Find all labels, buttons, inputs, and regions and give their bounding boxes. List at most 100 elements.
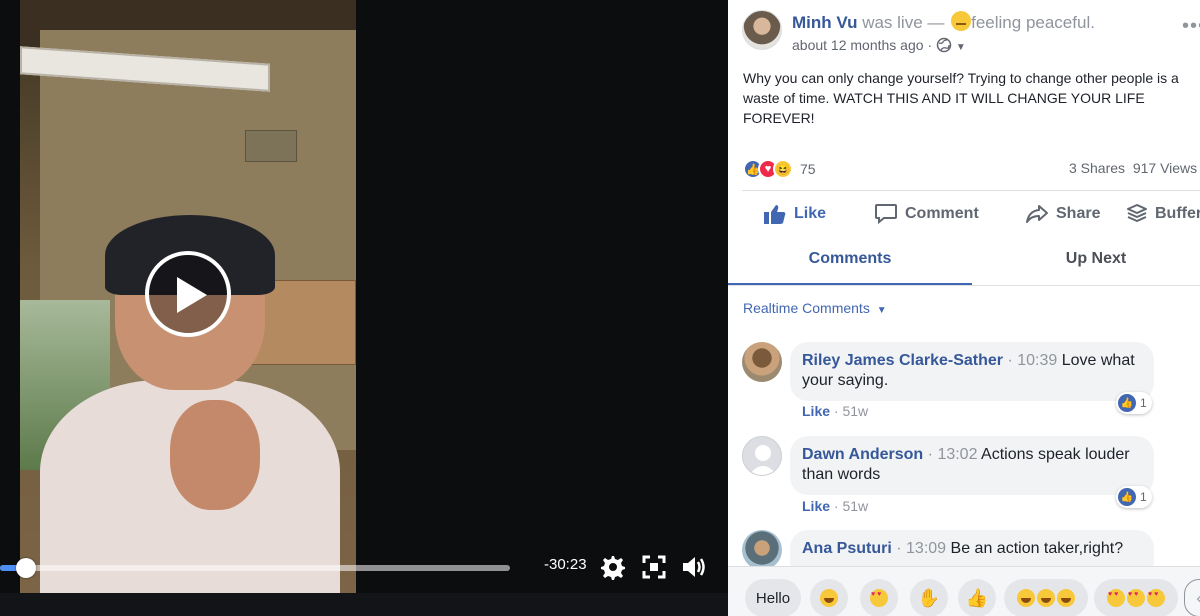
expand-icon[interactable] xyxy=(640,553,668,581)
haha-reaction-icon: 😆 xyxy=(773,159,793,179)
commenter-avatar[interactable] xyxy=(742,342,782,382)
volume-icon[interactable] xyxy=(680,553,708,581)
video-person-hand xyxy=(170,400,260,510)
video-bottom-strip xyxy=(0,593,728,616)
chevron-down-icon: ▼ xyxy=(876,305,887,316)
clapping-hands-icon: ✋ xyxy=(917,587,941,608)
quick-reply-hello[interactable]: Hello xyxy=(745,579,801,616)
time-remaining: -30:23 xyxy=(544,556,587,573)
quick-reply-triple-laugh[interactable] xyxy=(1004,579,1088,616)
quick-reply-triple-love[interactable] xyxy=(1094,579,1178,616)
chevron-down-icon[interactable]: ▼ xyxy=(956,42,966,53)
post-text: Why you can only change yourself? Trying… xyxy=(743,70,1179,126)
default-avatar-icon xyxy=(749,445,777,475)
post-panel: Minh Vu was live — feeling peaceful. abo… xyxy=(728,0,1200,616)
view-count: 917 Views xyxy=(1132,160,1198,176)
commenter-name[interactable]: Dawn Anderson xyxy=(802,446,923,463)
share-button[interactable]: Share xyxy=(1025,203,1100,225)
author-avatar[interactable] xyxy=(742,10,782,50)
divider xyxy=(742,190,1200,191)
divider xyxy=(728,285,1200,286)
buffer-label: Buffer xyxy=(1155,205,1200,222)
comment-likes: 1 xyxy=(1140,396,1147,410)
tab-comments[interactable]: Comments xyxy=(728,240,972,286)
grinning-emoji-icon xyxy=(1037,589,1055,607)
comment-likes: 1 xyxy=(1140,490,1147,504)
comment-icon xyxy=(875,204,897,225)
commenter-name[interactable]: Riley James Clarke-Sather xyxy=(802,352,1003,369)
grinning-emoji-icon xyxy=(1017,589,1035,607)
comment-label: Comment xyxy=(905,205,979,222)
realtime-comments-dropdown[interactable]: Realtime Comments ▼ xyxy=(743,300,887,316)
like-label: Like xyxy=(794,205,827,222)
quick-reply-thumbs[interactable]: 👍 xyxy=(958,579,996,616)
comment-like-button[interactable]: Like xyxy=(802,498,830,514)
chevron-left-icon: ‹ xyxy=(1197,590,1200,607)
feeling-text: feeling peaceful. xyxy=(971,13,1095,32)
progress-handle[interactable] xyxy=(15,558,36,578)
meta-separator: · xyxy=(927,37,933,53)
video-player[interactable]: -30:23 xyxy=(0,0,728,616)
heart-eyes-emoji-icon xyxy=(1107,589,1125,607)
share-count[interactable]: 3 Shares xyxy=(1069,160,1125,176)
comment-bubble: Riley James Clarke-Sather · 10:39 Love w… xyxy=(790,342,1154,401)
live-status: was live — xyxy=(862,13,945,32)
thumbs-up-icon: 👍 xyxy=(1118,394,1136,412)
quick-reply-love[interactable] xyxy=(860,579,898,616)
comment-time-value: 10:39 xyxy=(1017,352,1058,369)
grinning-emoji-icon xyxy=(820,589,838,607)
share-stats: 3 Shares 917 Views xyxy=(1069,160,1197,176)
like-button[interactable]: Like xyxy=(763,203,826,225)
quick-reply-more[interactable]: ‹ xyxy=(1184,579,1200,616)
comment-like-count[interactable]: 👍 1 xyxy=(1116,392,1152,414)
comment-time-value: 13:09 xyxy=(906,540,947,557)
commenter-name[interactable]: Ana Psuturi xyxy=(802,540,892,557)
post-actions: Like Comment Share Buffer xyxy=(728,193,1200,239)
play-button[interactable] xyxy=(145,251,231,337)
buffer-stack-icon xyxy=(1127,204,1147,222)
reaction-summary[interactable]: 👍 ♥ 😆 75 xyxy=(743,158,816,180)
relieved-emoji-icon xyxy=(951,11,972,31)
grinning-emoji-icon xyxy=(1057,589,1075,607)
comment-actions: Like · 51w xyxy=(802,498,869,514)
quick-reply-bar: Hello ✋ 👍 ‹ xyxy=(728,566,1200,616)
comment-like-button[interactable]: Like xyxy=(802,403,830,419)
comment-timestamp[interactable]: · 10:39 xyxy=(1007,352,1057,369)
gear-icon[interactable] xyxy=(598,553,626,581)
heart-eyes-emoji-icon xyxy=(1127,589,1145,607)
video-scene-vent xyxy=(245,130,297,162)
post-time[interactable]: about 12 months ago xyxy=(792,37,924,53)
comment-age[interactable]: 51w xyxy=(842,498,868,514)
progress-bar[interactable] xyxy=(0,558,510,578)
more-options-icon[interactable]: ••• xyxy=(1182,15,1200,38)
comment-time-value: 13:02 xyxy=(937,446,978,463)
heart-eyes-emoji-icon xyxy=(870,589,888,607)
globe-icon[interactable] xyxy=(936,37,952,53)
panel-tabs: Comments Up Next xyxy=(728,240,1200,286)
comment-timestamp[interactable]: · 13:09 xyxy=(896,540,946,557)
quick-reply-clap[interactable]: ✋ xyxy=(910,579,948,616)
post-meta: about 12 months ago · ▼ xyxy=(792,37,966,53)
video-controls: -30:23 xyxy=(0,545,728,593)
comment-like-count[interactable]: 👍 1 xyxy=(1116,486,1152,508)
comment-actions: Like · 51w xyxy=(802,403,869,419)
post-header: Minh Vu was live — feeling peaceful. xyxy=(792,11,1095,33)
comment-timestamp[interactable]: · 13:02 xyxy=(928,446,978,463)
quick-reply-laugh[interactable] xyxy=(810,579,848,616)
thumbs-up-icon xyxy=(764,205,786,224)
comment-button[interactable]: Comment xyxy=(874,203,979,225)
reaction-count: 75 xyxy=(800,161,816,177)
play-icon xyxy=(177,277,207,313)
author-name[interactable]: Minh Vu xyxy=(792,13,857,32)
share-arrow-icon xyxy=(1026,205,1048,223)
comment-age[interactable]: 51w xyxy=(842,403,868,419)
buffer-button[interactable]: Buffer xyxy=(1126,203,1200,225)
comment-bubble: Dawn Anderson · 13:02 Actions speak loud… xyxy=(790,436,1154,495)
commenter-avatar[interactable] xyxy=(742,436,782,476)
commenter-avatar[interactable] xyxy=(742,530,782,570)
heart-eyes-emoji-icon xyxy=(1147,589,1165,607)
tab-up-next[interactable]: Up Next xyxy=(974,240,1200,286)
thumbs-up-icon: 👍 xyxy=(1118,488,1136,506)
thumbs-up-emoji-icon: 👍 xyxy=(965,587,989,608)
comment-text: Be an action taker,right? xyxy=(950,540,1124,557)
